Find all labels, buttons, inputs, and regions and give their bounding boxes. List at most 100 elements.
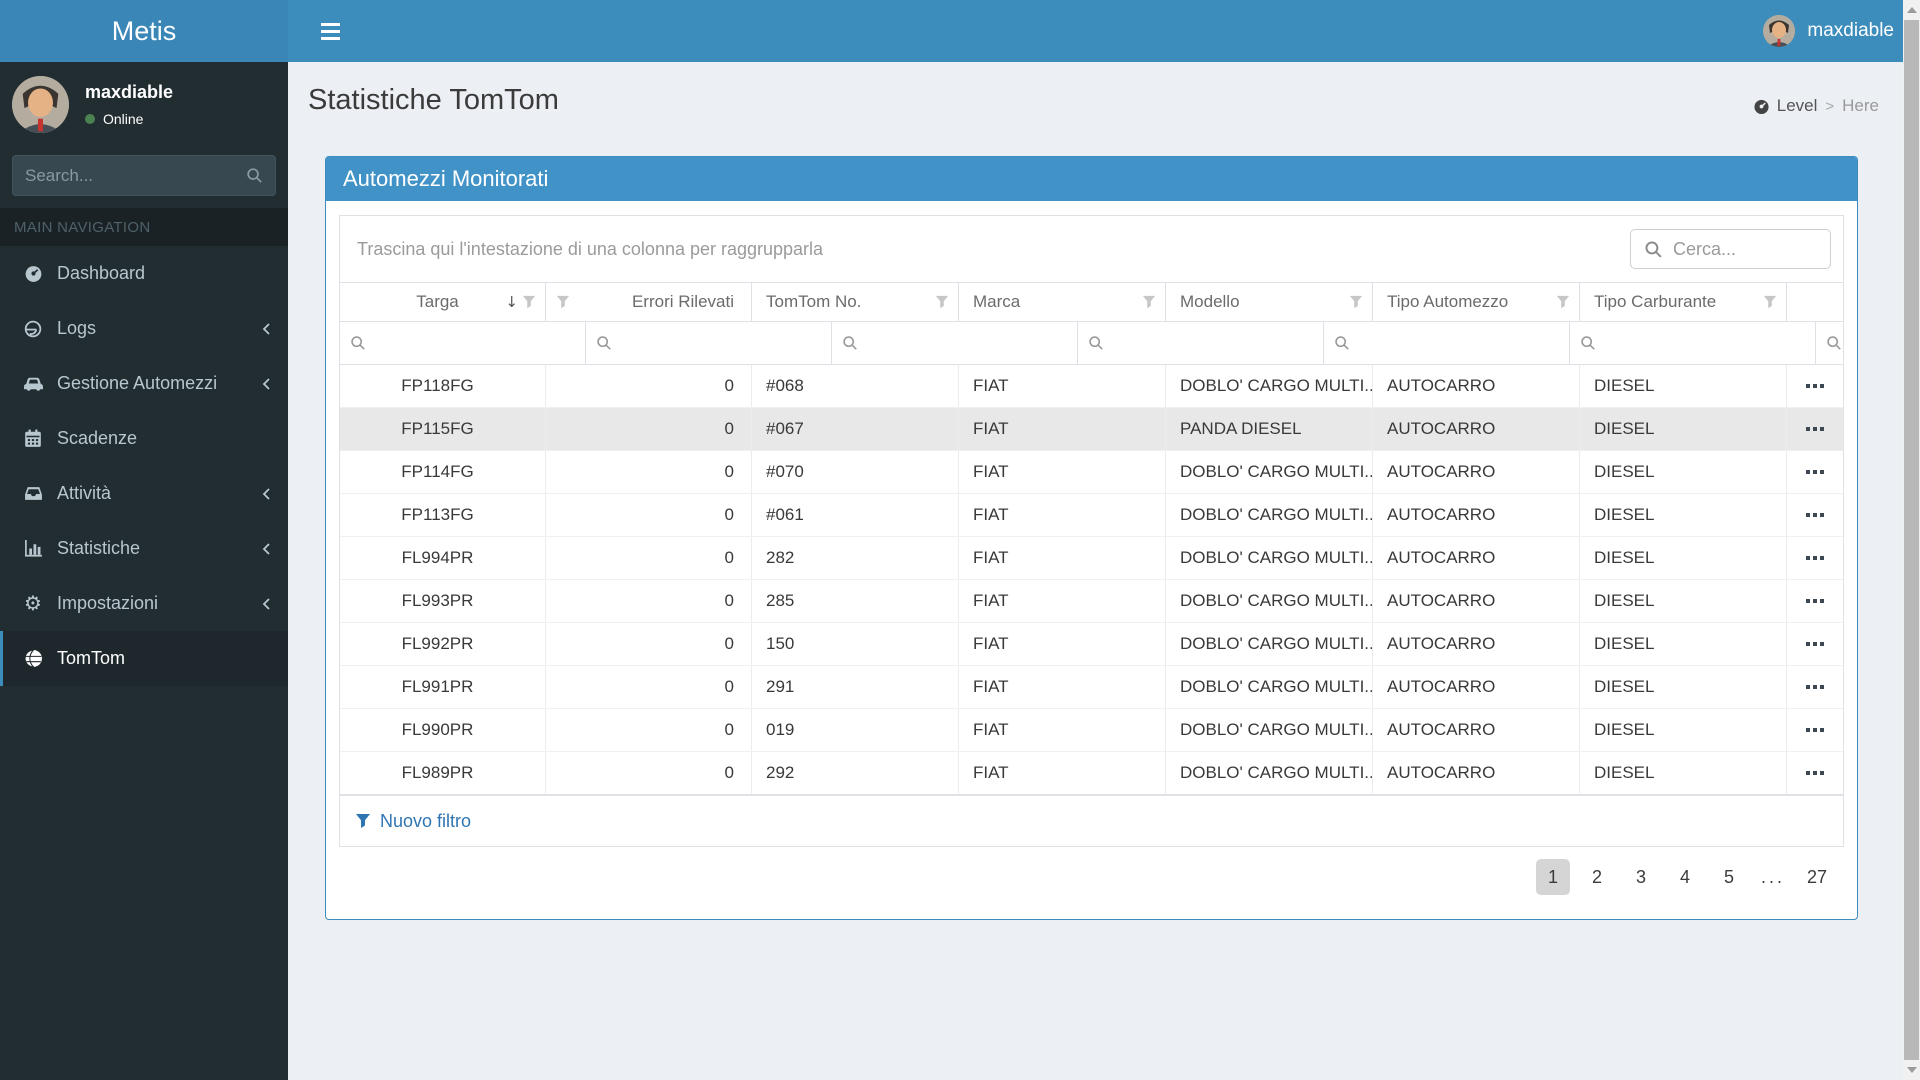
scrollbar-thumb[interactable] <box>1904 20 1919 1060</box>
chevron-left-icon <box>260 321 272 337</box>
sidebar-user-panel: maxdiable Online <box>0 62 288 151</box>
grid-search-input[interactable] <box>1673 238 1820 260</box>
column-header-errori-rilevati[interactable]: Errori Rilevati <box>546 283 752 321</box>
sidebar-item-attivita[interactable]: Attività <box>0 466 288 521</box>
filter-icon[interactable] <box>935 295 949 309</box>
column-filter-input[interactable] <box>1356 334 1563 352</box>
breadcrumb-level[interactable]: Level <box>1753 96 1817 116</box>
row-actions-button[interactable] <box>1787 451 1843 493</box>
page-button-5[interactable]: 5 <box>1712 859 1746 895</box>
column-header-tomtom-no[interactable]: TomTom No. <box>752 283 959 321</box>
page-scrollbar[interactable] <box>1903 0 1920 1080</box>
sidebar-item-dashboard[interactable]: Dashboard <box>0 246 288 301</box>
table-cell: FP118FG <box>340 365 546 407</box>
table-cell: AUTOCARRO <box>1373 709 1580 751</box>
table-cell-actions <box>1787 752 1843 794</box>
table-cell: FL992PR <box>340 623 546 665</box>
column-header-modello[interactable]: Modello <box>1166 283 1373 321</box>
page-button-27[interactable]: 27 <box>1800 859 1834 895</box>
filter-icon[interactable] <box>1142 295 1156 309</box>
table-cell: AUTOCARRO <box>1373 451 1580 493</box>
column-filter-input[interactable] <box>618 334 825 352</box>
sidebar-toggle-button[interactable] <box>308 9 352 53</box>
column-filter-input[interactable] <box>1110 334 1317 352</box>
column-filter-input[interactable] <box>864 334 1071 352</box>
brand-logo[interactable]: Metis <box>0 0 288 62</box>
row-actions-button[interactable] <box>1787 537 1843 579</box>
table-row[interactable]: FL991PR 0 291 FIAT DOBLO' CARGO MULTI... AUTO… <box>340 666 1843 709</box>
sidebar-item-scadenze[interactable]: Scadenze <box>0 411 288 466</box>
sidebar-item-tomtom[interactable]: TomTom <box>0 631 288 686</box>
filter-icon[interactable] <box>1349 295 1363 309</box>
table-cell: AUTOCARRO <box>1373 494 1580 536</box>
page-button-3[interactable]: 3 <box>1624 859 1658 895</box>
table-cell: FL993PR <box>340 580 546 622</box>
table-row[interactable]: FP115FG 0 #067 FIAT PANDA DIESEL AUTOCARRO DIE… <box>340 408 1843 451</box>
filter-icon[interactable] <box>556 295 570 309</box>
row-actions-button[interactable] <box>1787 623 1843 665</box>
page-button-1[interactable]: 1 <box>1536 859 1570 895</box>
table-cell: FIAT <box>959 451 1166 493</box>
table-row[interactable]: FP118FG 0 #068 FIAT DOBLO' CARGO MULTI... AUT… <box>340 365 1843 408</box>
sidebar-item-label: Logs <box>57 318 97 338</box>
table-cell: DIESEL <box>1580 580 1787 622</box>
table-cell: DOBLO' CARGO MULTI... <box>1166 451 1373 493</box>
column-header-tipo-carburante[interactable]: Tipo Carburante <box>1580 283 1787 321</box>
row-actions-button[interactable] <box>1787 752 1843 794</box>
table-cell: FL990PR <box>340 709 546 751</box>
row-actions-button[interactable] <box>1787 666 1843 708</box>
column-filter-input[interactable] <box>372 334 579 352</box>
filter-icon[interactable] <box>1556 295 1570 309</box>
grid-filter-row <box>340 322 1920 365</box>
column-filter-input[interactable] <box>1602 334 1809 352</box>
table-cell: #067 <box>752 408 959 450</box>
search-icon[interactable] <box>246 166 263 185</box>
table-row[interactable]: FP113FG 0 #061 FIAT DOBLO' CARGO MULTI... AUT… <box>340 494 1843 537</box>
table-cell: DOBLO' CARGO MULTI... <box>1166 494 1373 536</box>
navbar-user-menu[interactable]: maxdiable <box>1763 15 1894 47</box>
scroll-up-icon[interactable] <box>1903 2 1920 18</box>
column-header-targa[interactable]: Targa ↓ <box>340 283 546 321</box>
breadcrumb-current: Here <box>1842 96 1879 115</box>
pager: 1 2 3 4 5... 27 <box>339 847 1844 907</box>
table-cell: AUTOCARRO <box>1373 666 1580 708</box>
page-button-2[interactable]: 2 <box>1580 859 1614 895</box>
new-filter-button[interactable]: Nuovo filtro <box>355 811 471 832</box>
sidebar-item-gestione-automezzi[interactable]: Gestione Automezzi <box>0 356 288 411</box>
filter-icon[interactable] <box>1763 295 1777 309</box>
group-drop-hint: Trascina qui l'intestazione di una colon… <box>357 238 824 259</box>
table-row[interactable]: FP114FG 0 #070 FIAT DOBLO' CARGO MULTI... AUT… <box>340 451 1843 494</box>
sidebar-item-statistiche[interactable]: Statistiche <box>0 521 288 576</box>
row-actions-button[interactable] <box>1787 580 1843 622</box>
filter-icon <box>356 814 370 828</box>
table-cell: 0 <box>546 666 752 708</box>
sidebar-item-label: Gestione Automezzi <box>57 373 218 393</box>
table-cell: FIAT <box>959 494 1166 536</box>
table-cell-actions <box>1787 365 1843 407</box>
table-cell-actions <box>1787 580 1843 622</box>
table-cell: FP114FG <box>340 451 546 493</box>
row-actions-button[interactable] <box>1787 365 1843 407</box>
table-cell: FIAT <box>959 408 1166 450</box>
filter-icon[interactable] <box>522 295 536 309</box>
column-header-marca[interactable]: Marca <box>959 283 1166 321</box>
sidebar-search-input[interactable] <box>25 165 246 186</box>
table-row[interactable]: FL992PR 0 150 FIAT DOBLO' CARGO MULTI... AUTO… <box>340 623 1843 666</box>
table-row[interactable]: FL989PR 0 292 FIAT DOBLO' CARGO MULTI... AUTO… <box>340 752 1843 795</box>
main-content: Statistiche TomTom Level > Here Automezz… <box>288 62 1920 1080</box>
row-actions-button[interactable] <box>1787 408 1843 450</box>
sidebar-item-logs[interactable]: Logs <box>0 301 288 356</box>
logs-icon <box>21 319 45 339</box>
table-row[interactable]: FL994PR 0 282 FIAT DOBLO' CARGO MULTI... AUTO… <box>340 537 1843 580</box>
table-row[interactable]: FL993PR 0 285 FIAT DOBLO' CARGO MULTI... AUTO… <box>340 580 1843 623</box>
table-cell: DIESEL <box>1580 494 1787 536</box>
search-icon <box>1335 336 1349 350</box>
table-cell: FIAT <box>959 709 1166 751</box>
row-actions-button[interactable] <box>1787 494 1843 536</box>
table-row[interactable]: FL990PR 0 019 FIAT DOBLO' CARGO MULTI... AUTO… <box>340 709 1843 752</box>
column-header-tipo-automezzo[interactable]: Tipo Automezzo <box>1373 283 1580 321</box>
row-actions-button[interactable] <box>1787 709 1843 751</box>
scroll-down-icon[interactable] <box>1903 1062 1920 1078</box>
page-button-4[interactable]: 4 <box>1668 859 1702 895</box>
sidebar-item-impostazioni[interactable]: ⚙ Impostazioni <box>0 576 288 631</box>
